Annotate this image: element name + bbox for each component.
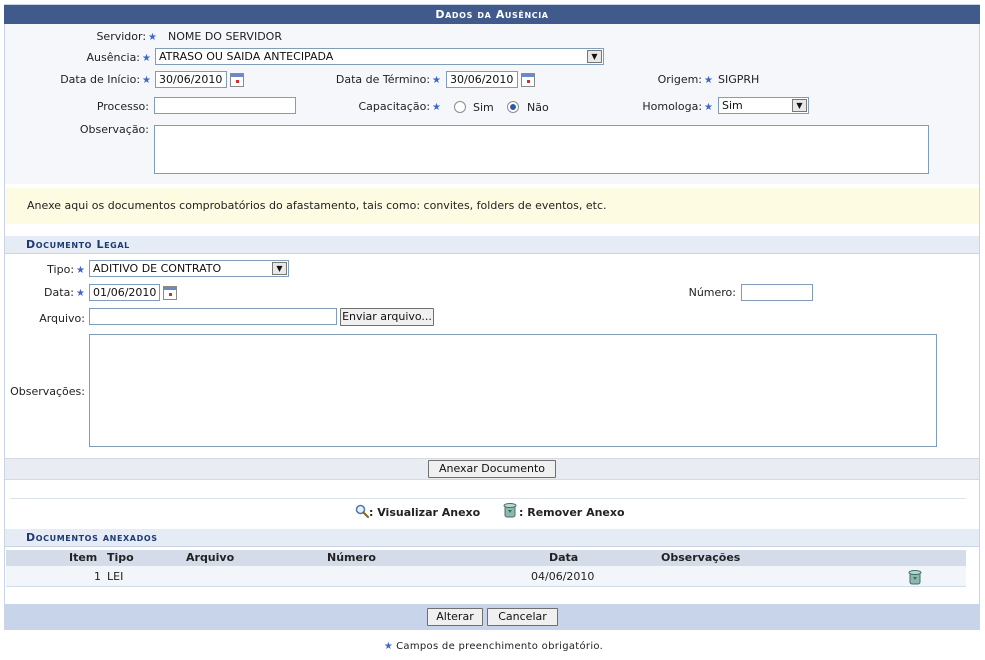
processo-label: Processo: bbox=[96, 100, 149, 113]
processo-input[interactable] bbox=[154, 97, 296, 114]
icon-legend bbox=[10, 498, 966, 522]
calendar-icon[interactable] bbox=[521, 73, 535, 87]
column-tipo: Tipo bbox=[107, 551, 134, 564]
column-observacoes: Observações bbox=[661, 551, 741, 564]
observacao-label: Observação: bbox=[79, 123, 149, 136]
homologa-select[interactable]: Sim ▼ bbox=[718, 97, 809, 114]
capacitacao-nao-radio[interactable] bbox=[507, 101, 519, 113]
observacoes-textarea[interactable] bbox=[89, 334, 937, 447]
servidor-label: Servidor: ★ bbox=[96, 30, 157, 43]
capacitacao-sim-label: Sim bbox=[473, 101, 494, 114]
required-fields-note: ★ Campos de preenchimento obrigatório. bbox=[383, 641, 604, 652]
calendar-icon[interactable] bbox=[163, 286, 177, 300]
alterar-button[interactable]: Alterar bbox=[427, 608, 483, 626]
page-title: Dados da Ausência bbox=[4, 5, 980, 24]
chevron-down-icon[interactable]: ▼ bbox=[792, 99, 807, 112]
column-arquivo: Arquivo bbox=[186, 551, 235, 564]
required-star-icon: ★ bbox=[148, 32, 157, 43]
table-header: Item Tipo Arquivo Número Data Observaçõe… bbox=[6, 550, 966, 566]
legend-visualizar: : Visualizar Anexo bbox=[369, 506, 481, 519]
cell-item: 1 bbox=[94, 570, 101, 583]
ausencia-select-value: ATRASO OU SAIDA ANTECIPADA bbox=[159, 50, 334, 63]
cancelar-button[interactable]: Cancelar bbox=[487, 608, 558, 626]
capacitacao-nao-label: Não bbox=[527, 101, 549, 114]
cell-tipo: LEI bbox=[107, 570, 124, 583]
section-documento-legal: Documento Legal bbox=[5, 236, 979, 254]
required-star-icon: ★ bbox=[76, 265, 85, 276]
data-input[interactable]: 01/06/2010 bbox=[89, 284, 160, 301]
required-star-icon: ★ bbox=[383, 641, 394, 652]
chevron-down-icon[interactable]: ▼ bbox=[272, 262, 287, 275]
data-inicio-input[interactable]: 30/06/2010 bbox=[155, 71, 227, 88]
servidor-value: NOME DO SERVIDOR bbox=[168, 30, 282, 43]
legend-remover: : Remover Anexo bbox=[519, 506, 625, 519]
required-star-icon: ★ bbox=[142, 53, 151, 64]
origem-value: SIGPRH bbox=[718, 73, 760, 86]
tipo-label: Tipo: ★ bbox=[47, 263, 85, 276]
ausencia-label: Ausência: ★ bbox=[86, 51, 152, 64]
tipo-select[interactable]: ADITIVO DE CONTRATO ▼ bbox=[89, 260, 289, 277]
required-star-icon: ★ bbox=[704, 102, 713, 113]
column-item: Item bbox=[69, 551, 98, 564]
homologa-select-value: Sim bbox=[722, 99, 743, 112]
trash-icon[interactable] bbox=[908, 569, 922, 585]
required-star-icon: ★ bbox=[432, 102, 441, 113]
tipo-select-value: ADITIVO DE CONTRATO bbox=[93, 262, 222, 275]
required-star-icon: ★ bbox=[142, 75, 151, 86]
numero-input[interactable] bbox=[741, 284, 813, 301]
anexar-documento-button[interactable]: Anexar Documento bbox=[428, 460, 556, 478]
cell-data: 04/06/2010 bbox=[531, 570, 595, 583]
observacao-textarea[interactable] bbox=[154, 125, 929, 174]
origem-label: Origem: ★ bbox=[657, 73, 713, 86]
observacoes-label: Observações: bbox=[10, 385, 85, 398]
chevron-down-icon[interactable]: ▼ bbox=[587, 50, 602, 63]
capacitacao-sim-radio[interactable] bbox=[454, 101, 466, 113]
capacitacao-label: Capacitação: ★ bbox=[358, 100, 442, 113]
table-row: 1 LEI 04/06/2010 bbox=[6, 566, 966, 587]
trash-icon bbox=[503, 503, 517, 518]
numero-label: Número: bbox=[688, 286, 736, 299]
column-numero: Número bbox=[327, 551, 376, 564]
data-label: Data: ★ bbox=[44, 286, 85, 299]
data-termino-label: Data de Término: ★ bbox=[335, 73, 441, 86]
arquivo-input[interactable] bbox=[89, 308, 337, 325]
data-inicio-label: Data de Início: ★ bbox=[60, 73, 151, 86]
data-termino-input[interactable]: 30/06/2010 bbox=[446, 71, 518, 88]
notice-message: Anexe aqui os documentos comprobatórios … bbox=[5, 188, 979, 224]
column-data: Data bbox=[549, 551, 579, 564]
magnifier-icon bbox=[355, 504, 369, 518]
enviar-arquivo-button[interactable]: Enviar arquivo... bbox=[340, 308, 434, 326]
required-star-icon: ★ bbox=[432, 75, 441, 86]
calendar-icon[interactable] bbox=[230, 73, 244, 87]
arquivo-label: Arquivo: bbox=[39, 312, 85, 325]
required-star-icon: ★ bbox=[76, 288, 85, 299]
required-star-icon: ★ bbox=[704, 75, 713, 86]
homologa-label: Homologa: ★ bbox=[642, 100, 713, 113]
ausencia-select[interactable]: ATRASO OU SAIDA ANTECIPADA ▼ bbox=[155, 48, 604, 65]
section-documentos-anexados: Documentos anexados bbox=[5, 529, 979, 547]
